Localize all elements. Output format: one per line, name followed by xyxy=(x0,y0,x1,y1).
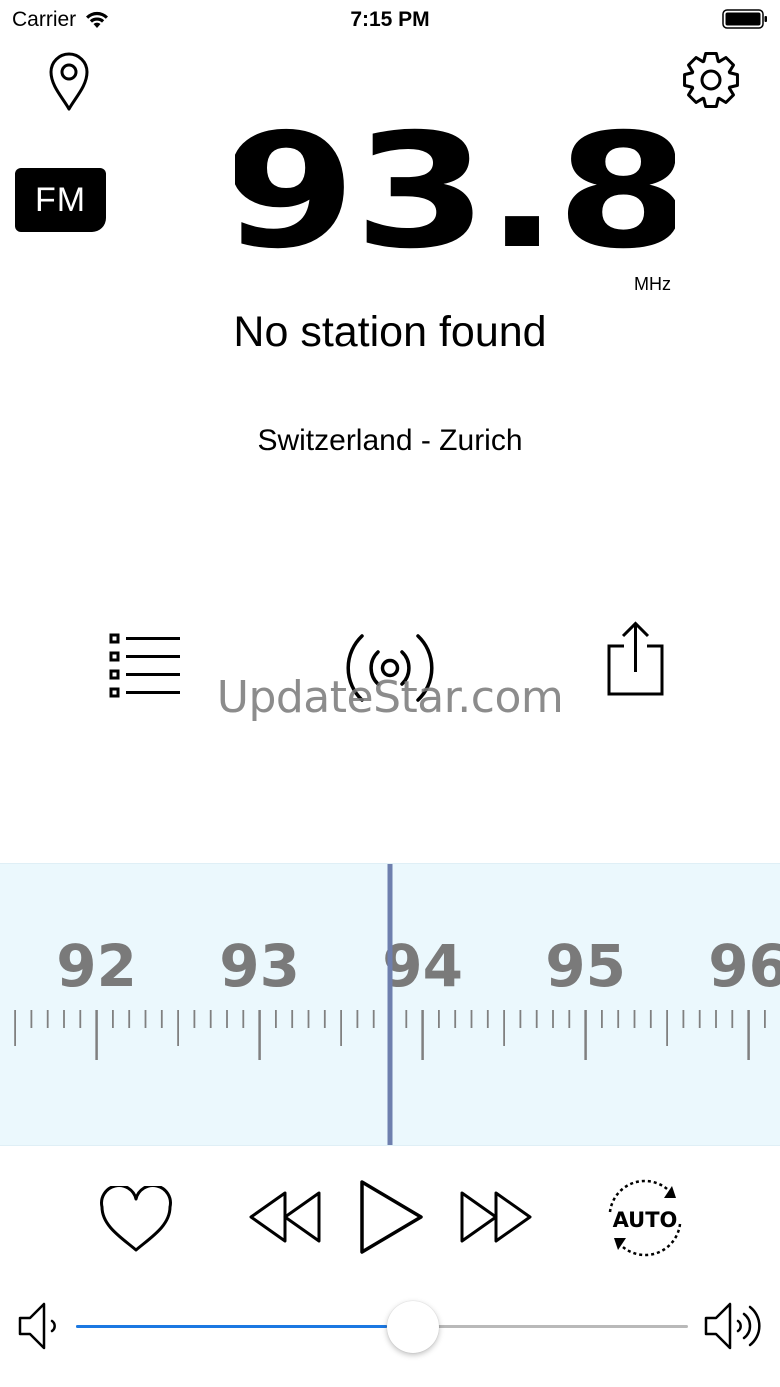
gear-icon[interactable] xyxy=(681,50,741,110)
dial-label: 94 xyxy=(382,932,463,1000)
gear-outline xyxy=(683,52,739,108)
play-icon[interactable] xyxy=(358,1178,426,1256)
frequency-value: 93.8 xyxy=(235,100,675,280)
watermark: UpdateStar.com xyxy=(216,672,564,723)
status-bar: Carrier 7:15 PM xyxy=(0,0,780,40)
volume-low-icon[interactable] xyxy=(14,1298,64,1354)
station-name: No station found xyxy=(233,308,547,356)
location-label: Switzerland - Zurich xyxy=(257,424,523,457)
band-selector-button[interactable]: FM xyxy=(15,168,106,232)
dial-needle[interactable] xyxy=(387,864,393,1146)
frequency-unit: MHz xyxy=(634,274,671,294)
dial-label: 93 xyxy=(219,932,300,1000)
status-time: 7:15 PM xyxy=(350,8,430,31)
dial-label: 95 xyxy=(545,932,626,1000)
auto-scan-button[interactable]: AUTO xyxy=(600,1174,690,1262)
volume-thumb[interactable] xyxy=(387,1301,439,1353)
dial-label: 92 xyxy=(56,932,137,1000)
auto-label: AUTO xyxy=(613,1208,678,1232)
rewind-icon[interactable] xyxy=(248,1190,324,1244)
map-pin-icon[interactable] xyxy=(46,50,92,112)
dial-scale[interactable]: 92 93 94 95 96 xyxy=(0,864,780,1146)
frequency-display: 93.8 xyxy=(235,100,675,280)
heart-icon[interactable] xyxy=(98,1186,174,1254)
battery-icon xyxy=(722,9,767,29)
volume-high-icon[interactable] xyxy=(700,1296,766,1356)
gear-hole xyxy=(700,69,722,91)
fast-forward-icon[interactable] xyxy=(457,1190,533,1244)
dial-label: 96 xyxy=(708,932,780,1000)
volume-fill xyxy=(76,1325,387,1328)
tuning-dial[interactable]: 92 93 94 95 96 xyxy=(0,863,780,1146)
